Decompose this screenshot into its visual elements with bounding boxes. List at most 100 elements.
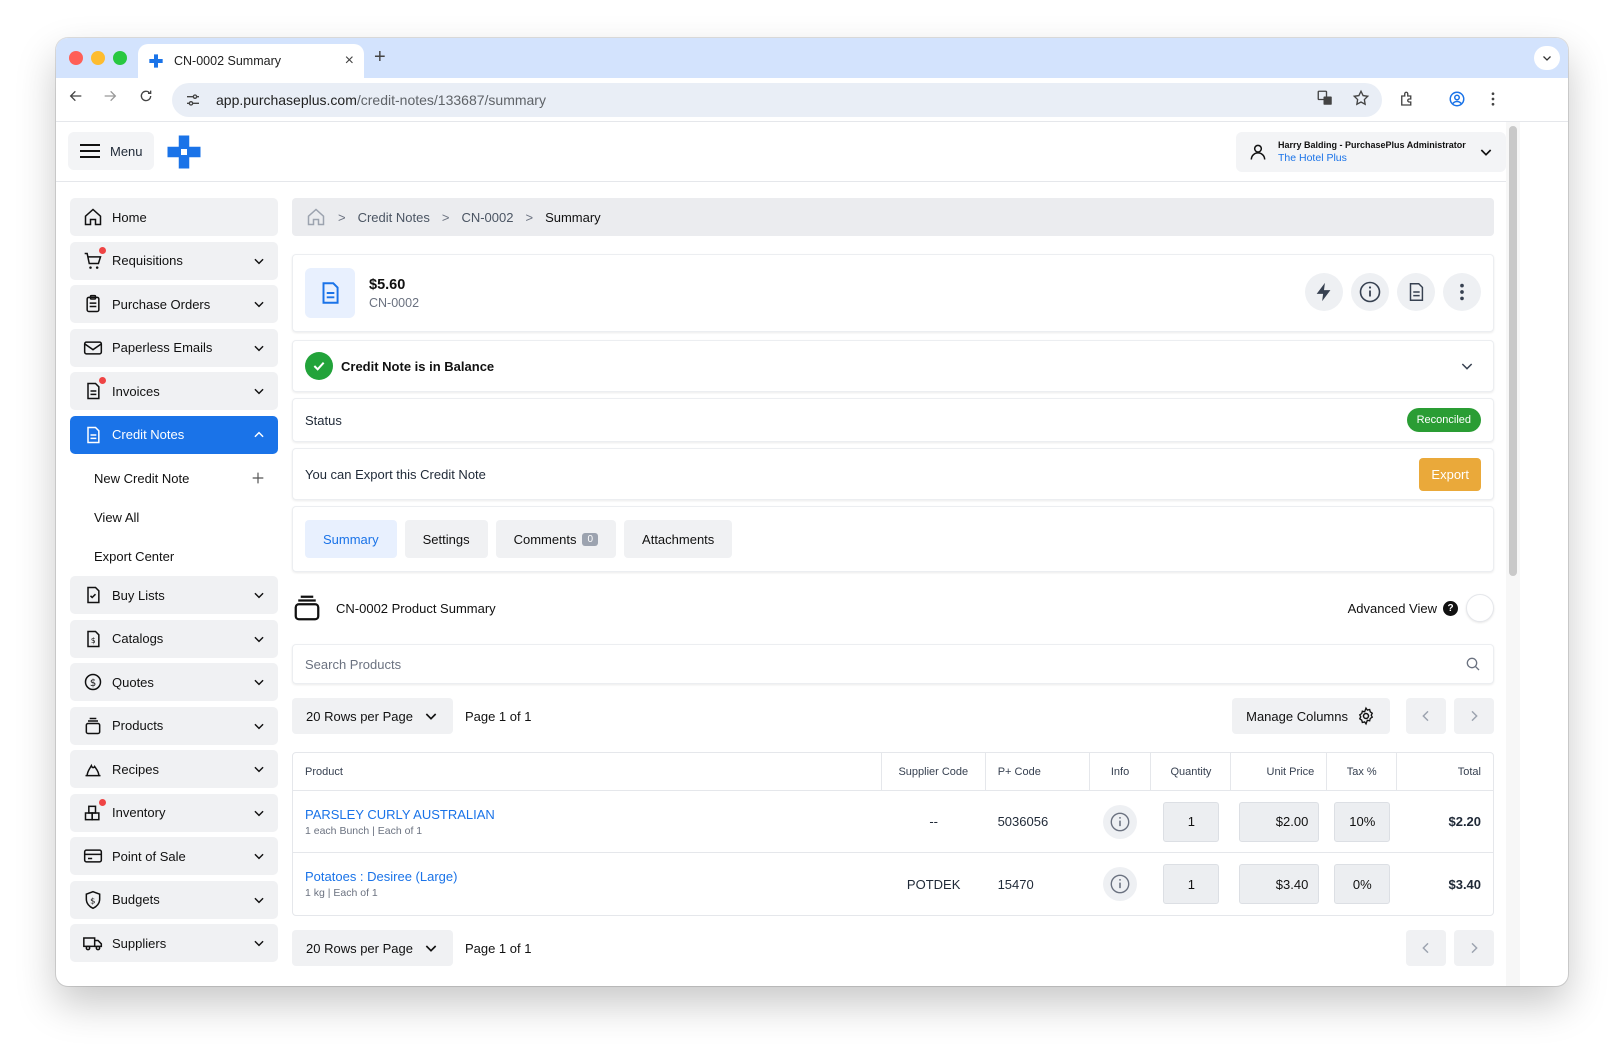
sidebar-item-requisitions[interactable]: Requisitions <box>70 241 278 280</box>
info-button[interactable] <box>1351 273 1389 311</box>
sidebar-subitem-export-center[interactable]: Export Center <box>70 537 278 575</box>
actions-button[interactable] <box>1305 273 1343 311</box>
sidebar-item-products[interactable]: Products <box>70 706 278 745</box>
more-options-button[interactable] <box>1443 273 1481 311</box>
document-button[interactable] <box>1397 273 1435 311</box>
catalog-icon: $ <box>82 628 104 650</box>
chevron-down-icon <box>425 945 437 952</box>
chevron-down-icon <box>254 853 264 860</box>
tab-search-button[interactable] <box>1534 46 1560 70</box>
chevron-right-icon <box>1471 942 1478 954</box>
quantity-field[interactable]: 1 <box>1163 801 1220 842</box>
next-page-button[interactable] <box>1454 698 1494 734</box>
sidebar-item-invoices[interactable]: Invoices <box>70 372 278 410</box>
sidebar-item-quotes[interactable]: $ Quotes <box>70 663 278 701</box>
site-settings-icon[interactable] <box>184 92 202 108</box>
close-window-button[interactable] <box>69 51 83 65</box>
user-menu[interactable]: Harry Balding - PurchasePlus Administrat… <box>1236 132 1506 172</box>
browser-tab[interactable]: CN-0002 Summary × <box>138 44 364 78</box>
credit-note-summary-card: $5.60 CN-0002 <box>292 254 1494 332</box>
manage-columns-button[interactable]: Manage Columns <box>1232 698 1390 734</box>
rows-per-page-select[interactable]: 20 Rows per Page <box>292 930 453 966</box>
sidebar-item-buy-lists[interactable]: Buy Lists <box>70 576 278 614</box>
sidebar-item-recipes[interactable]: Recipes <box>70 750 278 788</box>
chevron-down-icon <box>1543 56 1551 61</box>
address-bar[interactable]: app.purchaseplus.com/credit-notes/133687… <box>172 83 1382 117</box>
chevron-down-icon <box>254 636 264 642</box>
sidebar-item-suppliers[interactable]: Suppliers <box>70 924 278 962</box>
sidebar-item-inventory[interactable]: Inventory <box>70 793 278 832</box>
sidebar-item-purchase-orders[interactable]: Purchase Orders <box>70 285 278 323</box>
notification-dot <box>99 377 106 384</box>
sidebar-item-credit-notes[interactable]: Credit Notes <box>70 415 278 454</box>
browser-menu-icon[interactable] <box>1484 90 1502 113</box>
product-info-button[interactable] <box>1103 867 1138 901</box>
product-info-button[interactable] <box>1103 804 1138 839</box>
sidebar-item-label: Invoices <box>112 383 160 399</box>
organisation-name: The Hotel Plus <box>1278 152 1347 164</box>
purchaseplus-logo[interactable] <box>166 134 202 170</box>
sidebar-item-paperless-emails[interactable]: Paperless Emails <box>70 328 278 367</box>
tax-field[interactable]: 10% <box>1334 801 1391 842</box>
next-page-button[interactable] <box>1454 930 1494 966</box>
search-icon[interactable] <box>1465 656 1481 672</box>
status-row: Status Reconciled <box>292 398 1494 442</box>
translate-icon[interactable] <box>1316 89 1334 112</box>
help-icon[interactable]: ? <box>1443 600 1458 616</box>
sidebar-item-point-of-sale[interactable]: Point of Sale <box>70 837 278 875</box>
tab-comments[interactable]: Comments 0 <box>495 520 617 558</box>
chevron-down-icon[interactable] <box>1459 358 1475 374</box>
previous-page-button[interactable] <box>1406 698 1446 734</box>
sidebar-item-home[interactable]: Home <box>70 198 278 236</box>
chevron-down-icon <box>254 897 264 903</box>
sidebar-item-label: Paperless Emails <box>112 340 213 355</box>
breadcrumb-credit-notes[interactable]: Credit Notes <box>358 210 430 225</box>
export-button[interactable]: Export <box>1419 457 1481 491</box>
browser-toolbar: app.purchaseplus.com/credit-notes/133687… <box>56 78 1568 122</box>
checklist-icon <box>82 584 104 606</box>
minimize-window-button[interactable] <box>91 51 105 65</box>
profile-icon[interactable] <box>1448 90 1466 113</box>
extensions-icon[interactable] <box>1398 90 1416 113</box>
advanced-view-toggle[interactable] <box>1466 594 1494 622</box>
unit-price-field[interactable]: $2.00 <box>1239 801 1320 842</box>
maximize-window-button[interactable] <box>113 51 127 65</box>
tax-field[interactable]: 0% <box>1334 864 1391 904</box>
tab-attachments[interactable]: Attachments <box>624 520 733 558</box>
sidebar-subitem-new-credit-note[interactable]: New Credit Note <box>70 459 278 497</box>
bookmark-star-icon[interactable] <box>1352 89 1370 112</box>
tab-summary[interactable]: Summary <box>305 520 397 558</box>
sidebar-subitem-view-all[interactable]: View All <box>70 498 278 536</box>
reload-button[interactable] <box>134 88 158 109</box>
sidebar-item-label: Inventory <box>112 805 166 820</box>
chevron-up-icon <box>254 431 264 437</box>
tab-settings[interactable]: Settings <box>404 520 488 558</box>
unit-price-field[interactable]: $3.40 <box>1239 864 1320 904</box>
close-tab-icon[interactable]: × <box>345 52 354 70</box>
sidebar-item-label: Quotes <box>112 674 154 690</box>
pagination-bottom: 20 Rows per Page Page 1 of 1 <box>292 930 1494 966</box>
search-products-input[interactable]: Search Products <box>292 644 1494 684</box>
breadcrumb-cn-0002[interactable]: CN-0002 <box>461 210 513 225</box>
page-scrollbar[interactable] <box>1506 122 1520 986</box>
previous-page-button[interactable] <box>1406 930 1446 966</box>
menu-button[interactable]: Menu <box>68 132 154 170</box>
sidebar-item-label: Budgets <box>112 892 160 907</box>
sidebar-item-budgets[interactable]: $ Budgets <box>70 880 278 919</box>
sidebar-item-catalogs[interactable]: $ Catalogs <box>70 619 278 658</box>
scrollbar-thumb[interactable] <box>1509 126 1517 576</box>
export-row: You can Export this Credit Note Export <box>292 448 1494 500</box>
forward-button[interactable] <box>98 88 122 109</box>
rows-per-page-select[interactable]: 20 Rows per Page <box>292 698 453 734</box>
new-tab-button[interactable]: + <box>374 46 386 69</box>
product-name-link[interactable]: Potatoes : Desiree (Large) <box>305 869 457 884</box>
balance-panel[interactable]: Credit Note is in Balance <box>292 340 1494 392</box>
product-name-link[interactable]: PARSLEY CURLY AUSTRALIAN <box>305 807 495 822</box>
row-total: $2.20 <box>1448 814 1482 829</box>
quantity-field[interactable]: 1 <box>1163 864 1220 904</box>
tab-label: Comments <box>513 531 577 547</box>
home-icon[interactable] <box>306 207 326 227</box>
table-row: Potatoes : Desiree (Large) 1 kg | Each o… <box>293 853 1493 915</box>
sidebar-item-label: Purchase Orders <box>112 296 211 312</box>
back-button[interactable] <box>64 88 88 109</box>
